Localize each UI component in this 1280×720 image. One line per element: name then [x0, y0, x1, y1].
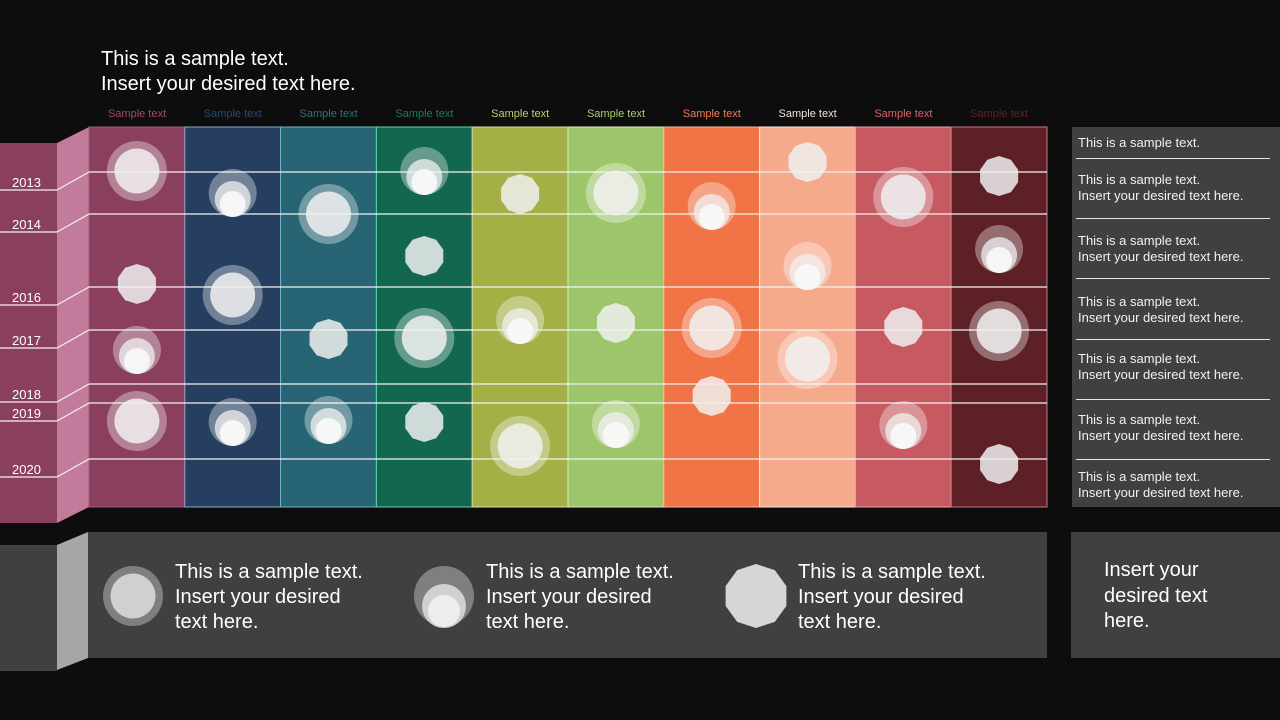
- ring-inner: [110, 573, 156, 619]
- bottom-right-note: Insert your desired text here.: [1104, 559, 1208, 632]
- stack-inner: [428, 595, 460, 627]
- legend-text: This is a sample text. Insert your desir…: [175, 561, 363, 633]
- decagon-marker: [725, 564, 787, 628]
- poly-legend-icon: [725, 564, 787, 628]
- ring-legend-icon: [103, 566, 163, 626]
- legend-text: This is a sample text. Insert your desir…: [486, 561, 674, 633]
- stack-legend-icon: [414, 566, 474, 628]
- legend-text: This is a sample text. Insert your desir…: [798, 561, 986, 633]
